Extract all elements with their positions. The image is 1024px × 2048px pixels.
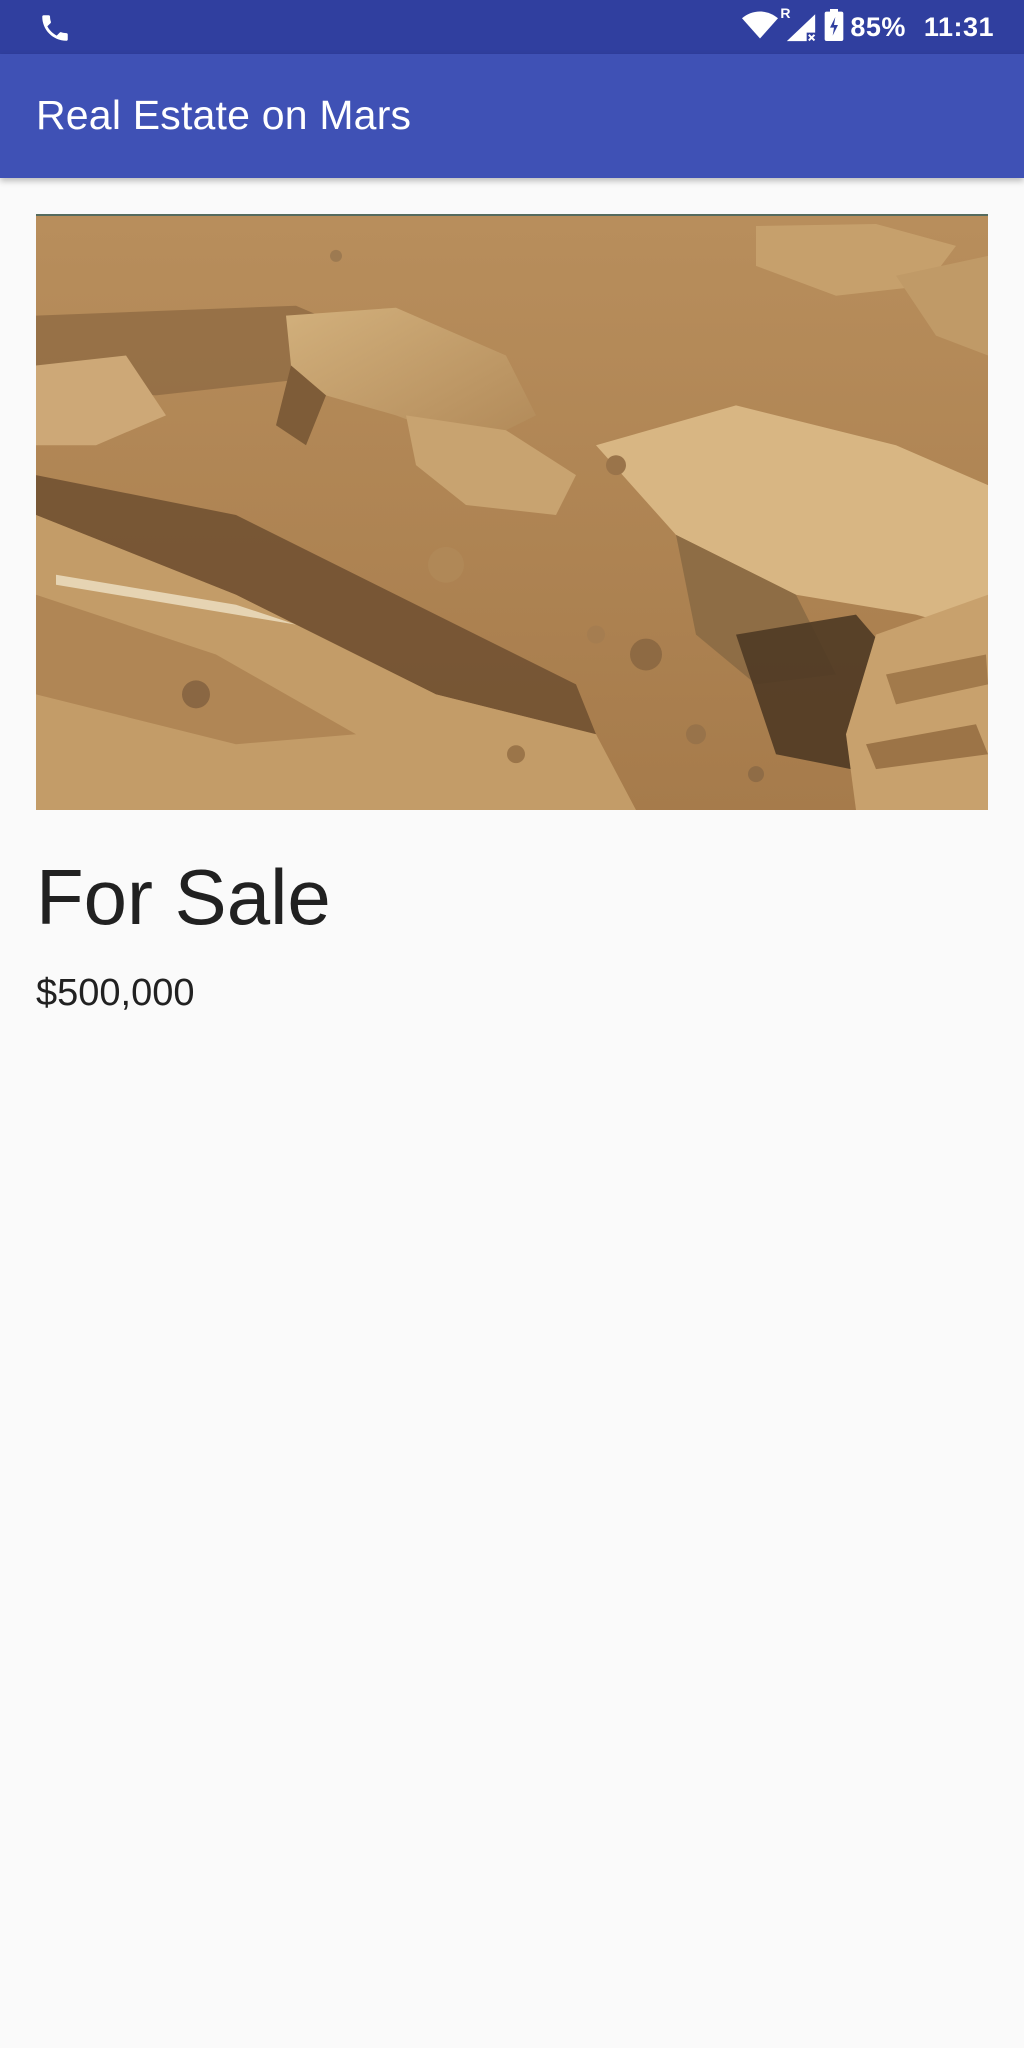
phone-icon <box>38 11 72 45</box>
status-bar: R 85% 11:31 <box>0 0 1024 54</box>
cell-signal-icon: R <box>780 5 818 43</box>
mars-terrain-photo <box>36 214 988 810</box>
clock-time: 11:31 <box>923 11 994 42</box>
status-indicators: R 85% 11:31 <box>742 0 994 54</box>
listing-title: For Sale <box>36 853 331 941</box>
roaming-indicator: R <box>780 5 791 21</box>
app-title: Real Estate on Mars <box>36 92 412 138</box>
wifi-icon <box>742 10 779 45</box>
listing-price: $500,000 <box>36 972 195 1014</box>
listing-content: For Sale $500,000 <box>36 214 988 1012</box>
app-bar: Real Estate on Mars <box>0 54 1024 178</box>
battery-charging-icon <box>824 8 844 46</box>
battery-percent: 85% <box>850 11 906 42</box>
